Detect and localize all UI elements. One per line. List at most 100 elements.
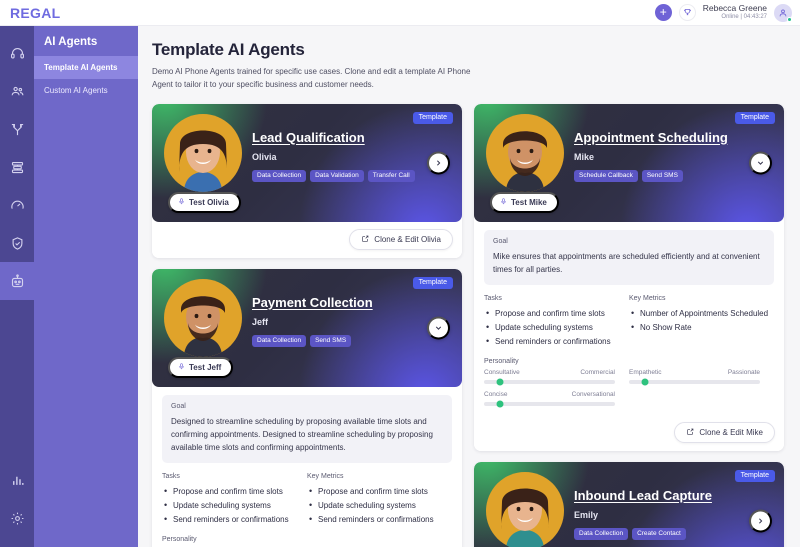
- sidebar-item-ai-agents[interactable]: [0, 262, 34, 300]
- slider-left-label: Empathetic: [629, 368, 662, 376]
- list-item: Update scheduling systems: [162, 498, 307, 514]
- agent-card[interactable]: Template Payment Collection Jeff Data Co…: [152, 268, 462, 547]
- list-item: Propose and confirm time slots: [484, 306, 629, 322]
- sidebar-item-analytics[interactable]: [0, 461, 34, 499]
- agent-person-name: Olivia: [252, 151, 277, 162]
- slider-endpoints: Concise Conversational: [484, 391, 615, 398]
- goal-label: Goal: [171, 402, 186, 410]
- agent-card-hero: Template Lead Qualification Olivia Data …: [152, 103, 462, 222]
- clone-edit-label: Clone & Edit Mike: [699, 427, 763, 437]
- user-status: Online | 04:43:27: [721, 14, 767, 21]
- agent-card-hero: Template Appointment Scheduling Mike Sch…: [474, 103, 784, 222]
- plus-icon[interactable]: +: [654, 4, 672, 21]
- online-status-dot: [787, 16, 792, 22]
- slider-track[interactable]: [484, 378, 615, 386]
- card-columns: Template Lead Qualification Olivia Data …: [152, 103, 784, 547]
- agent-person-name: Jeff: [252, 316, 269, 327]
- main-subtitle: Demo AI Phone Agents trained for specifi…: [152, 67, 471, 89]
- test-agent-button[interactable]: Test Olivia: [168, 191, 241, 213]
- capability-chips: Schedule Callback Send SMS: [574, 169, 728, 182]
- agent-info: Lead Qualification Olivia Data Collectio…: [252, 130, 415, 182]
- slider-knob[interactable]: [641, 378, 649, 386]
- agent-avatar: [164, 278, 242, 357]
- sidebar-item-dashboard[interactable]: [0, 186, 34, 224]
- status-badge: Template: [734, 469, 775, 482]
- sidebar-item-calls[interactable]: [0, 34, 34, 72]
- sidebar-item-journeys[interactable]: [0, 110, 34, 148]
- agent-person-name: Mike: [574, 151, 595, 162]
- capability-chip: Create Contact: [632, 527, 686, 540]
- agent-title[interactable]: Lead Qualification: [252, 130, 415, 145]
- tasks-section: Tasks Propose and confirm time slotsUpda…: [162, 473, 307, 528]
- edit-square-icon: [362, 235, 369, 242]
- clone-edit-button[interactable]: Clone & Edit Mike: [674, 421, 775, 443]
- capability-chip: Data Validation: [310, 169, 364, 182]
- test-agent-button[interactable]: Test Jeff: [168, 356, 234, 378]
- capability-chips: Data Collection Send SMS: [252, 334, 373, 347]
- test-agent-label: Test Olivia: [189, 197, 229, 207]
- agent-title[interactable]: Inbound Lead Capture: [574, 488, 712, 503]
- capability-chip: Data Collection: [252, 334, 307, 347]
- sidebar-item-contacts[interactable]: [0, 72, 34, 110]
- main-title: Template AI Agents: [152, 40, 305, 59]
- list-item: Send reminders or confirmations: [484, 334, 629, 350]
- agent-title[interactable]: Payment Collection: [252, 295, 373, 310]
- personality-label: Personality: [162, 536, 197, 544]
- slider-right-label: Conversational: [571, 390, 615, 398]
- key-metrics-list: Number of Appointments ScheduledNo Show …: [629, 306, 774, 336]
- slider-knob[interactable]: [496, 400, 504, 408]
- nav-panel: AI Agents Template AI Agents Custom AI A…: [34, 26, 138, 547]
- key-metrics-section: Key Metrics Number of Appointments Sched…: [629, 295, 774, 349]
- tasks-metrics-row: Tasks Propose and confirm time slotsUpda…: [484, 294, 774, 350]
- personality-slider[interactable]: Empathetic Passionate: [629, 369, 774, 386]
- tasks-list: Propose and confirm time slotsUpdate sch…: [484, 306, 629, 350]
- chevron-right-icon[interactable]: [427, 151, 450, 175]
- agent-card[interactable]: Template Lead Qualification Olivia Data …: [152, 103, 462, 258]
- card-footer: Clone & Edit Olivia: [152, 221, 462, 258]
- main-content: Template AI Agents Demo AI Phone Agents …: [138, 26, 800, 547]
- card-footer: Clone & Edit Mike: [474, 414, 784, 451]
- slider-track[interactable]: [484, 400, 615, 408]
- slider-knob[interactable]: [496, 378, 504, 386]
- chevron-down-icon[interactable]: [749, 151, 772, 175]
- avatar[interactable]: [774, 3, 792, 22]
- status-badge: Template: [734, 111, 775, 124]
- agent-title[interactable]: Appointment Scheduling: [574, 130, 728, 145]
- clone-edit-button[interactable]: Clone & Edit Olivia: [349, 228, 453, 250]
- sidebar-item-compliance[interactable]: [0, 224, 34, 262]
- card-details: Goal Mike ensures that appointments are …: [474, 221, 784, 415]
- key-metrics-list: Propose and confirm time slotsUpdate sch…: [307, 484, 452, 528]
- agent-avatar: [164, 113, 242, 192]
- agent-info: Inbound Lead Capture Emily Data Collecti…: [574, 488, 712, 540]
- key-metrics-section: Key Metrics Propose and confirm time slo…: [307, 473, 452, 528]
- personality-slider[interactable]: Concise Conversational: [484, 391, 629, 408]
- test-agent-button[interactable]: Test Mike: [490, 191, 559, 213]
- brand-logo[interactable]: REGAL: [10, 5, 61, 21]
- personality-sliders: Consultative Commercial Empathetic Passi…: [484, 369, 774, 413]
- sidebar-item-settings[interactable]: [0, 499, 34, 537]
- slider-endpoints: Empathetic Passionate: [629, 369, 760, 376]
- agent-avatar: [486, 471, 564, 547]
- status-badge: Template: [412, 276, 453, 289]
- trophy-icon[interactable]: [678, 4, 696, 21]
- goal-label: Goal: [493, 237, 508, 245]
- slider-right-label: Commercial: [580, 368, 615, 376]
- list-item: Propose and confirm time slots: [307, 484, 452, 500]
- sidebar-item-template-ai-agents[interactable]: Template AI Agents: [34, 56, 138, 79]
- tasks-label: Tasks: [484, 294, 502, 302]
- sidebar-item-custom-ai-agents[interactable]: Custom AI Agents: [34, 79, 138, 102]
- slider-track[interactable]: [629, 378, 760, 386]
- test-agent-label: Test Jeff: [189, 362, 222, 372]
- sidebar-item-campaigns[interactable]: [0, 148, 34, 186]
- capability-chip: Data Collection: [574, 527, 629, 540]
- chevron-right-icon[interactable]: [749, 509, 772, 533]
- capability-chips: Data Collection Data Validation Transfer C…: [252, 169, 415, 182]
- chevron-down-icon[interactable]: [427, 316, 450, 340]
- edit-square-icon: [687, 429, 694, 436]
- slider-endpoints: Consultative Commercial: [484, 369, 615, 376]
- status-badge: Template: [412, 111, 453, 124]
- personality-slider[interactable]: Consultative Commercial: [484, 369, 629, 386]
- agent-card[interactable]: Template Inbound Lead Capture Emily Data…: [474, 461, 784, 547]
- agent-card[interactable]: Template Appointment Scheduling Mike Sch…: [474, 103, 784, 451]
- user-info[interactable]: Rebecca Greene Online | 04:43:27: [703, 3, 767, 21]
